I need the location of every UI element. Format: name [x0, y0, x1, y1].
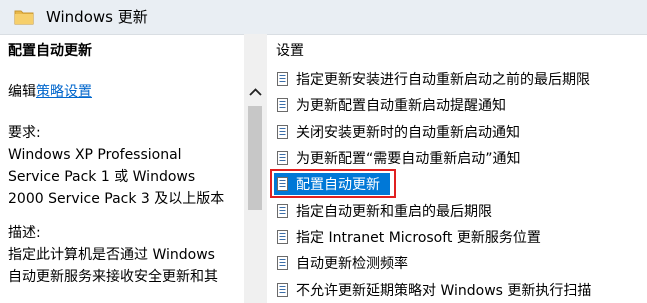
policy-setting-row[interactable]: 为更新配置自动重新启动提醒通知	[267, 92, 647, 118]
edit-prefix: 编辑	[8, 84, 36, 100]
policy-setting-row[interactable]: 不允许更新延期策略对 Windows 更新执行扫描	[267, 276, 647, 302]
folder-icon	[14, 10, 34, 25]
description-label: 描述:	[8, 225, 41, 241]
policy-setting-icon	[277, 203, 288, 218]
description-text: 指定此计算机是否通过 Windows 自动更新服务来接收安全更新和其	[8, 247, 218, 285]
policy-setting-label: 关闭安装更新时的自动重新启动通知	[296, 124, 520, 141]
chevron-up-icon	[249, 88, 262, 96]
policy-setting-label: 指定更新安装进行自动重新启动之前的最后期限	[296, 72, 590, 89]
scroll-up-button[interactable]	[244, 82, 267, 102]
policy-setting-label: 为更新配置自动重新启动提醒通知	[296, 98, 506, 115]
vertical-scrollbar[interactable]	[244, 34, 267, 303]
policy-setting-row[interactable]: 为更新配置“需要自动重新启动”通知	[267, 145, 647, 171]
policy-setting-icon	[277, 124, 288, 139]
policy-setting-label: 为更新配置“需要自动重新启动”通知	[296, 151, 521, 168]
policy-setting-row[interactable]: 指定 Intranet Microsoft 更新服务位置	[267, 224, 647, 250]
requirements-label: 要求:	[8, 125, 41, 141]
policy-setting-icon	[277, 229, 288, 244]
window-header: Windows 更新	[0, 0, 647, 35]
policy-setting-icon	[277, 98, 288, 113]
settings-column-header[interactable]: 设置	[276, 41, 304, 61]
edit-policy-line: 编辑策略设置	[8, 82, 244, 102]
policy-setting-icon	[277, 256, 288, 271]
policy-setting-icon	[277, 72, 288, 87]
policy-name: 配置自动更新	[8, 43, 92, 59]
policy-description-pane: 配置自动更新 编辑策略设置 要求: Windows XP Professiona…	[0, 34, 244, 303]
settings-list: 指定更新安装进行自动重新启动之前的最后期限 为更新配置自动重新启动提醒通知 关闭安装…	[267, 66, 647, 303]
policy-setting-label: 指定 Intranet Microsoft 更新服务位置	[296, 229, 541, 246]
policy-setting-label: 不允许更新延期策略对 Windows 更新执行扫描	[296, 282, 592, 299]
policy-setting-row[interactable]: 自动更新检测频率	[267, 250, 647, 276]
policy-setting-row[interactable]: 指定自动更新和重启的最后期限	[267, 197, 647, 223]
policy-setting-label: 指定自动更新和重启的最后期限	[296, 203, 492, 220]
policy-setting-row[interactable]: 关闭安装更新时的自动重新启动通知	[267, 119, 647, 145]
policy-setting-icon	[277, 177, 288, 192]
scrollbar-thumb[interactable]	[248, 106, 262, 210]
policy-setting-row[interactable]: 配置自动更新	[267, 169, 647, 199]
policy-setting-label: 自动更新检测频率	[296, 256, 408, 273]
policy-setting-row[interactable]: 指定更新安装进行自动重新启动之前的最后期限	[267, 66, 647, 92]
settings-list-pane: 设置 指定更新安装进行自动重新启动之前的最后期限 为更新配置自动重新启动提醒通知关…	[267, 34, 647, 303]
edit-policy-settings-link[interactable]: 策略设置	[36, 84, 92, 100]
policy-setting-icon	[277, 282, 288, 297]
requirements-text: Windows XP Professional Service Pack 1 或…	[8, 147, 225, 207]
header-title: Windows 更新	[46, 8, 148, 26]
policy-setting-icon	[277, 151, 288, 166]
policy-setting-label: 配置自动更新	[296, 177, 380, 194]
